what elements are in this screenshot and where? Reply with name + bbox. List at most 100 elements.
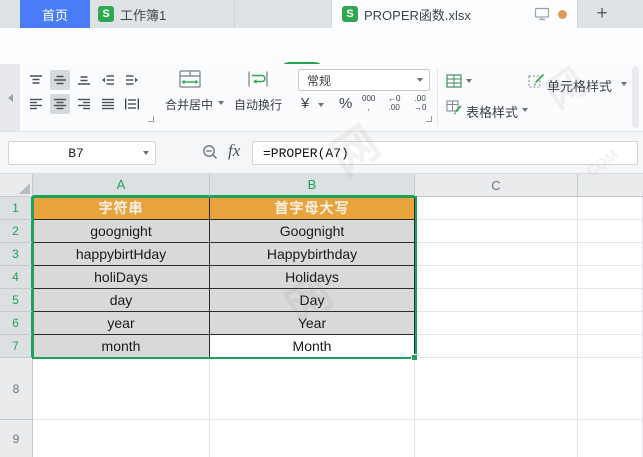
number-dialog-launcher[interactable] bbox=[426, 116, 432, 122]
table-style-icon bbox=[444, 97, 464, 117]
decrease-indent-button[interactable] bbox=[98, 70, 118, 90]
cell-d1[interactable] bbox=[578, 197, 643, 220]
zoom-out-icon[interactable] bbox=[202, 144, 219, 161]
chevron-down-icon[interactable] bbox=[621, 82, 627, 86]
column-header-a[interactable]: A bbox=[33, 174, 210, 197]
number-format-select[interactable]: 常规 bbox=[298, 69, 430, 91]
row-header-5[interactable]: 5 bbox=[0, 289, 33, 312]
row-header-1[interactable]: 1 bbox=[0, 197, 33, 220]
table-style-button[interactable]: 表格样式 bbox=[466, 102, 518, 121]
cell-b9[interactable] bbox=[210, 420, 415, 457]
tab-workbook1[interactable]: S 工作簿1 bbox=[90, 0, 235, 28]
table-row: 8 bbox=[0, 358, 643, 420]
cell-c3[interactable] bbox=[415, 243, 578, 266]
ribbon-scroll-left[interactable] bbox=[0, 64, 20, 131]
ribbon-scrollbar[interactable] bbox=[632, 66, 639, 128]
cell-d4[interactable] bbox=[578, 266, 643, 289]
table-row: 9 bbox=[0, 420, 643, 457]
wrap-text-icon[interactable] bbox=[246, 69, 270, 89]
cell-d6[interactable] bbox=[578, 312, 643, 335]
valign-top-button[interactable] bbox=[26, 70, 46, 90]
home-tab[interactable]: 首页 bbox=[20, 0, 90, 28]
column-header-c[interactable]: C bbox=[415, 174, 578, 197]
cell-b4[interactable]: Holidays bbox=[210, 266, 415, 289]
currency-format-button[interactable]: ¥ bbox=[301, 95, 309, 112]
chevron-down-icon[interactable] bbox=[318, 103, 324, 107]
column-header-b[interactable]: B bbox=[210, 174, 415, 197]
cell-c6[interactable] bbox=[415, 312, 578, 335]
cell-c1[interactable] bbox=[415, 197, 578, 220]
cell-c9[interactable] bbox=[415, 420, 578, 457]
cell-a3[interactable]: happybirtHday bbox=[33, 243, 210, 266]
percent-format-button[interactable]: % bbox=[339, 95, 352, 112]
decrease-decimal-button[interactable]: ←0 .00 bbox=[388, 94, 400, 112]
row-header-4[interactable]: 4 bbox=[0, 266, 33, 289]
cell-a7[interactable]: month bbox=[33, 335, 210, 358]
cell-d3[interactable] bbox=[578, 243, 643, 266]
cell-b8[interactable] bbox=[210, 358, 415, 420]
valign-middle-button[interactable] bbox=[50, 70, 70, 90]
cell-c5[interactable] bbox=[415, 289, 578, 312]
cell-c7[interactable] bbox=[415, 335, 578, 358]
cell-a6[interactable]: year bbox=[33, 312, 210, 335]
alignment-dialog-launcher[interactable] bbox=[148, 116, 154, 122]
cell-b7-active[interactable]: Month bbox=[210, 335, 415, 358]
name-box[interactable]: B7 bbox=[8, 141, 156, 165]
table-row: 6 year Year bbox=[0, 312, 643, 335]
insert-function-button[interactable]: fx bbox=[228, 141, 240, 161]
cell-c8[interactable] bbox=[415, 358, 578, 420]
cell-a1[interactable]: 字符串 bbox=[33, 197, 210, 220]
tab-label: 工作簿1 bbox=[120, 5, 166, 24]
row-header-9[interactable]: 9 bbox=[0, 420, 33, 457]
distributed-align-button[interactable] bbox=[122, 94, 142, 114]
cell-a2[interactable]: goognight bbox=[33, 220, 210, 243]
cell-d2[interactable] bbox=[578, 220, 643, 243]
cell-c2[interactable] bbox=[415, 220, 578, 243]
cell-a5[interactable]: day bbox=[33, 289, 210, 312]
conditional-format-icon[interactable] bbox=[444, 71, 464, 91]
new-tab-button[interactable]: + bbox=[588, 0, 616, 28]
increase-indent-button[interactable] bbox=[122, 70, 142, 90]
select-all-corner[interactable] bbox=[0, 174, 33, 197]
column-header-d[interactable] bbox=[578, 174, 643, 197]
chevron-down-icon[interactable] bbox=[218, 101, 224, 105]
thousands-separator-button[interactable]: 000 , bbox=[362, 94, 375, 112]
increase-decimal-button[interactable]: .00 →0 bbox=[414, 94, 426, 112]
row-header-6[interactable]: 6 bbox=[0, 312, 33, 335]
row-header-3[interactable]: 3 bbox=[0, 243, 33, 266]
row-header-8[interactable]: 8 bbox=[0, 358, 33, 420]
row-header-2[interactable]: 2 bbox=[0, 220, 33, 243]
merge-center-button[interactable]: 合并居中 bbox=[164, 96, 214, 113]
formula-input[interactable]: =PROPER(A7) bbox=[252, 141, 638, 165]
cell-b3[interactable]: Happybirthday bbox=[210, 243, 415, 266]
cell-b5[interactable]: Day bbox=[210, 289, 415, 312]
chevron-down-icon[interactable] bbox=[522, 108, 528, 112]
cell-d7[interactable] bbox=[578, 335, 643, 358]
cell-d9[interactable] bbox=[578, 420, 643, 457]
cell-d8[interactable] bbox=[578, 358, 643, 420]
formula-text: =PROPER(A7) bbox=[263, 146, 349, 161]
cell-d5[interactable] bbox=[578, 289, 643, 312]
dec-decimal-top: ←0 bbox=[388, 94, 400, 103]
tab-proper-xlsx[interactable]: S PROPER函数.xlsx bbox=[331, 0, 578, 28]
cell-b1[interactable]: 首字母大写 bbox=[210, 197, 415, 220]
merge-center-icon[interactable] bbox=[178, 69, 202, 89]
align-right-button[interactable] bbox=[74, 94, 94, 114]
align-center-button[interactable] bbox=[50, 94, 70, 114]
select-all-triangle-icon bbox=[19, 183, 30, 194]
justify-button[interactable] bbox=[98, 94, 118, 114]
cell-a9[interactable] bbox=[33, 420, 210, 457]
cell-a8[interactable] bbox=[33, 358, 210, 420]
cell-b2[interactable]: Goognight bbox=[210, 220, 415, 243]
monitor-icon[interactable] bbox=[534, 7, 550, 21]
valign-bottom-button[interactable] bbox=[74, 70, 94, 90]
row-header-7[interactable]: 7 bbox=[0, 335, 33, 358]
cell-c4[interactable] bbox=[415, 266, 578, 289]
cell-b6[interactable]: Year bbox=[210, 312, 415, 335]
cell-style-button[interactable]: 单元格样式 bbox=[547, 76, 612, 95]
align-left-button[interactable] bbox=[26, 94, 46, 114]
chevron-down-icon[interactable] bbox=[466, 79, 472, 83]
fill-handle[interactable] bbox=[411, 354, 418, 361]
wrap-text-button[interactable]: 自动换行 bbox=[233, 96, 283, 113]
cell-a4[interactable]: holiDays bbox=[33, 266, 210, 289]
